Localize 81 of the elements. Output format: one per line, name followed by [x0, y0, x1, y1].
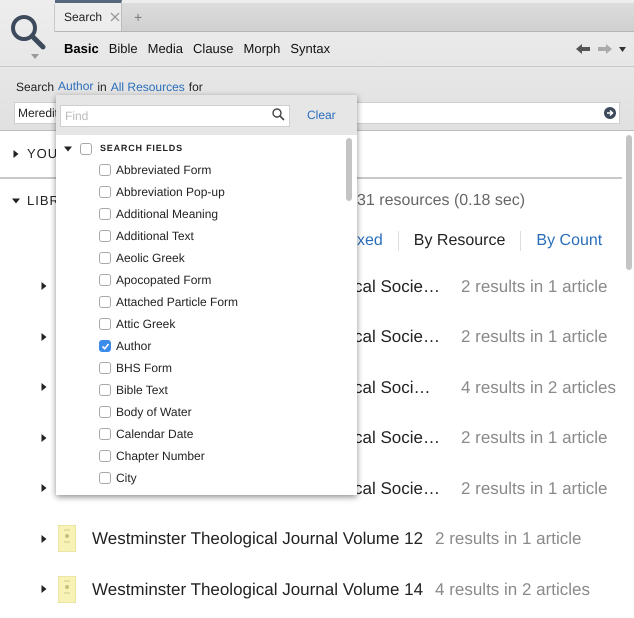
- results-summary: 31 resources (0.18 sec): [357, 191, 526, 211]
- in-label: in: [97, 79, 107, 96]
- search-type-tab[interactable]: Clause: [193, 39, 234, 59]
- scrollbar[interactable]: [346, 138, 352, 201]
- result-count: 2 results in 1 article: [461, 276, 608, 298]
- group-header: SEARCH FIELDS: [100, 142, 183, 156]
- checkbox[interactable]: [99, 362, 111, 374]
- field-option[interactable]: Body of Water: [116, 403, 192, 421]
- checkbox[interactable]: [99, 230, 111, 242]
- search-type-tab[interactable]: Media: [148, 39, 184, 59]
- result-count: 2 results in 1 article: [435, 528, 582, 550]
- expand-arrow-icon[interactable]: [40, 484, 48, 492]
- expand-arrow-icon[interactable]: [40, 282, 48, 290]
- field-option[interactable]: BHS Form: [116, 359, 172, 377]
- view-tab[interactable]: xed: [357, 229, 383, 253]
- section-header[interactable]: YOU: [27, 144, 58, 164]
- field-option[interactable]: Abbreviation Pop-up: [116, 183, 225, 201]
- search-icon[interactable]: [10, 14, 46, 50]
- scope-link[interactable]: All Resources: [110, 78, 185, 96]
- caret-icon[interactable]: [619, 46, 626, 52]
- field-option[interactable]: Attached Particle Form: [116, 293, 238, 311]
- search-type-tab[interactable]: Morph: [244, 39, 280, 59]
- field-option[interactable]: Additional Text: [116, 227, 194, 245]
- checkbox[interactable]: [99, 296, 111, 308]
- expand-arrow-icon[interactable]: [40, 383, 48, 392]
- checkbox[interactable]: [99, 384, 111, 396]
- resource-title[interactable]: Westminster Theological Journal Volume 12: [92, 526, 424, 552]
- go-arrow-icon[interactable]: [604, 107, 616, 119]
- field-option[interactable]: Chapter Number: [116, 447, 205, 465]
- collapse-arrow-icon[interactable]: [64, 145, 72, 153]
- search-label: Search: [16, 79, 54, 96]
- checkbox[interactable]: [99, 428, 111, 440]
- field-option[interactable]: Attic Greek: [116, 315, 176, 333]
- checkbox[interactable]: [99, 208, 111, 220]
- checkbox[interactable]: [99, 450, 111, 462]
- for-label: for: [188, 79, 203, 96]
- checkbox[interactable]: [99, 186, 111, 198]
- checkbox[interactable]: [99, 472, 111, 484]
- tab[interactable]: Search: [55, 0, 122, 31]
- result-count: 2 results in 1 article: [461, 326, 608, 348]
- clear-link[interactable]: Clear: [307, 106, 336, 124]
- checkbox[interactable]: [99, 274, 111, 286]
- field-option[interactable]: Aeolic Greek: [116, 249, 185, 267]
- search-type-tab[interactable]: Bible: [108, 39, 138, 59]
- close-icon[interactable]: [110, 12, 120, 22]
- result-count: 4 results in 2 articles: [435, 578, 590, 600]
- back-arrow-icon[interactable]: [576, 44, 590, 54]
- checkbox[interactable]: [99, 340, 111, 352]
- resource-title[interactable]: Westminster Theological Journal Volume 14: [92, 576, 424, 602]
- checkbox[interactable]: [99, 406, 111, 418]
- field-option[interactable]: Bible Text: [116, 381, 168, 399]
- search-type-tab[interactable]: Syntax: [290, 39, 330, 59]
- expand-arrow-icon[interactable]: [40, 585, 48, 594]
- expand-arrow-icon[interactable]: [40, 434, 48, 442]
- forward-arrow-icon[interactable]: [598, 44, 612, 54]
- checkbox[interactable]: [99, 252, 111, 264]
- book-cover-icon: [58, 576, 76, 603]
- expand-arrow-icon[interactable]: [40, 332, 48, 341]
- view-tab[interactable]: By Resource: [414, 229, 506, 253]
- field-link[interactable]: Author: [58, 77, 94, 97]
- checkbox[interactable]: [99, 318, 111, 330]
- field-option[interactable]: Author: [116, 337, 152, 355]
- field-option[interactable]: Apocopated Form: [116, 271, 212, 289]
- expand-arrow-icon[interactable]: [40, 534, 48, 543]
- result-count: 2 results in 1 article: [461, 478, 608, 500]
- find-field[interactable]: Find: [60, 105, 290, 127]
- field-option[interactable]: Additional Meaning: [116, 205, 218, 223]
- view-tab[interactable]: By Count: [536, 229, 602, 253]
- expand-arrow-icon[interactable]: [12, 150, 20, 158]
- result-count: 4 results in 2 articles: [461, 376, 616, 398]
- field-option[interactable]: City: [116, 469, 137, 487]
- scrollbar[interactable]: [626, 135, 632, 270]
- search-icon[interactable]: [272, 108, 285, 121]
- field-option[interactable]: Calendar Date: [116, 425, 194, 443]
- search-type-tab[interactable]: Basic: [64, 39, 99, 59]
- checkbox[interactable]: [99, 164, 111, 176]
- checkbox[interactable]: [80, 143, 92, 155]
- field-option[interactable]: Abbreviated Form: [116, 161, 212, 179]
- book-cover-icon: [58, 525, 76, 552]
- expand-arrow-icon[interactable]: [12, 197, 20, 205]
- result-count: 2 results in 1 article: [461, 427, 608, 449]
